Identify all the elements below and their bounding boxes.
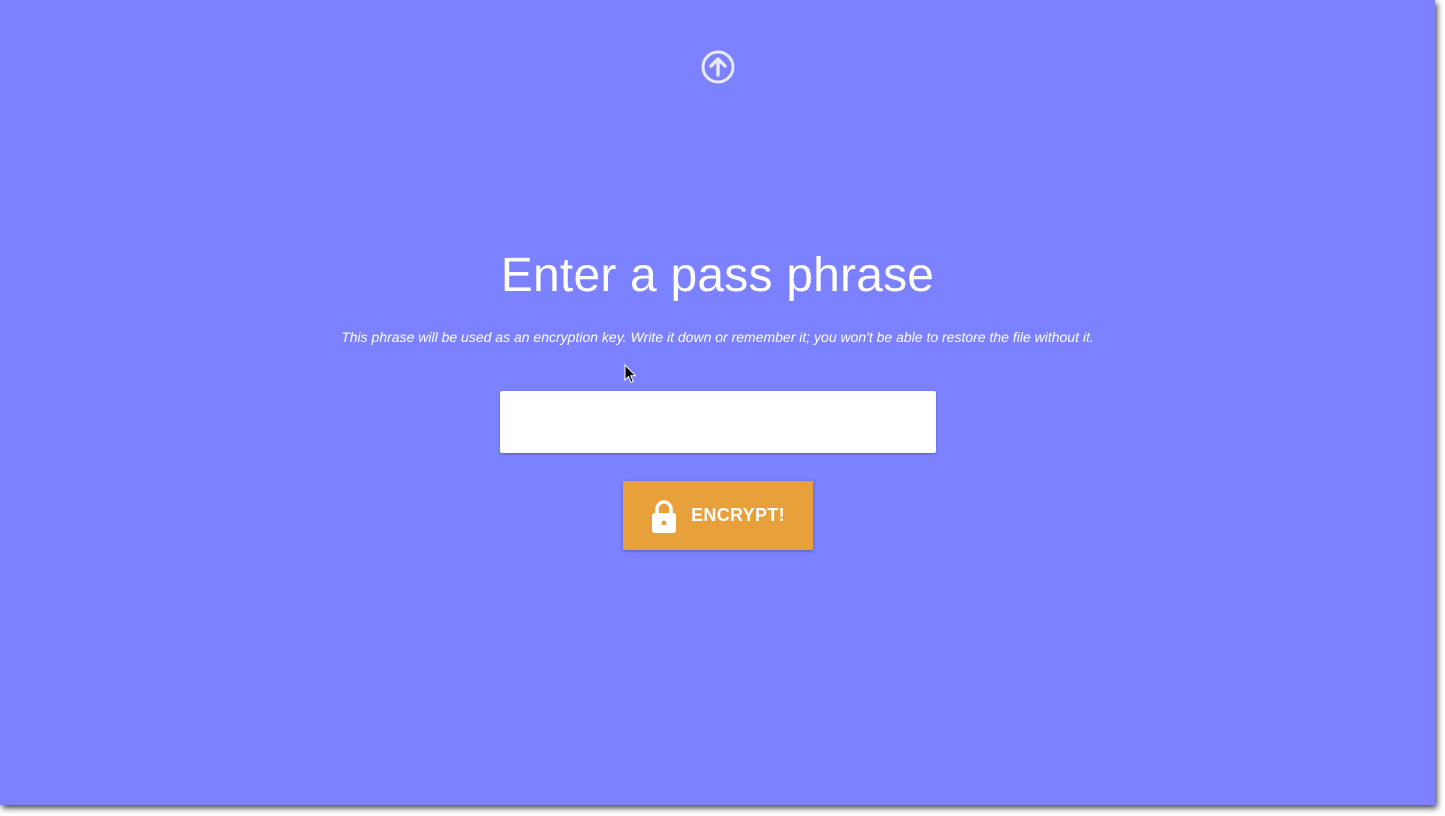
up-arrow-button[interactable] bbox=[700, 49, 736, 85]
app-window: Enter a pass phrase This phrase will be … bbox=[0, 0, 1435, 805]
encrypt-button[interactable]: ENCRYPT! bbox=[623, 481, 813, 550]
mouse-cursor-icon bbox=[624, 364, 636, 384]
passphrase-input[interactable] bbox=[500, 391, 936, 453]
encrypt-button-label: ENCRYPT! bbox=[691, 505, 785, 525]
page-title: Enter a pass phrase bbox=[500, 249, 935, 302]
arrow-up-circle-icon bbox=[701, 50, 735, 84]
page-subtitle: This phrase will be used as an encryptio… bbox=[341, 329, 1094, 345]
lock-icon bbox=[652, 499, 677, 533]
